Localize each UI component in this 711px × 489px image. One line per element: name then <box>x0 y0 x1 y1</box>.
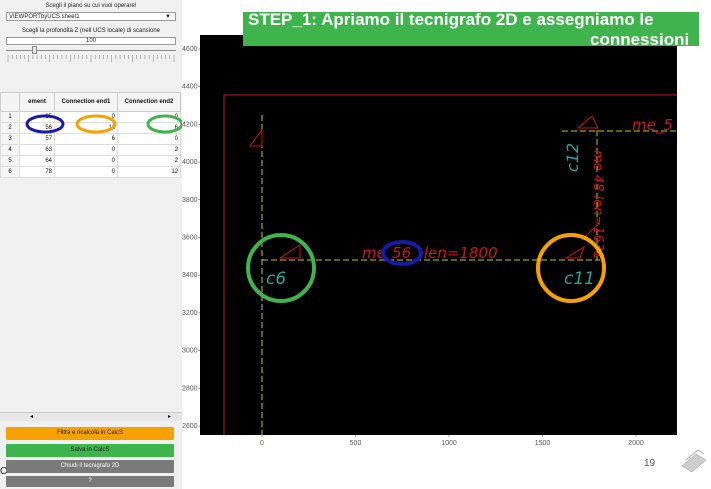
x-tick-label: 2000 <box>628 440 644 447</box>
y-tick-label: 4200 <box>182 121 198 128</box>
stray-character: C <box>0 466 8 477</box>
help-button[interactable]: ? <box>6 476 174 487</box>
y-tick-label: 2600 <box>182 423 198 430</box>
y-tick-label: 3400 <box>182 272 198 279</box>
row-number[interactable]: 4 <box>0 144 20 156</box>
cell-end1[interactable]: 0 <box>54 144 118 156</box>
table-horizontal-scrollbar[interactable]: ◂ ▸ <box>0 412 182 421</box>
close-drafter-button[interactable]: Chiudi il tecnigrafo 2D <box>6 460 174 473</box>
cell-end2[interactable]: 2 <box>117 144 181 156</box>
y-tick-label: 3000 <box>182 348 198 355</box>
label-member-length: len=1800 <box>424 244 498 262</box>
cell-element[interactable]: 78 <box>19 166 55 178</box>
highlight-end2-circle <box>146 114 182 134</box>
table-row[interactable]: 5 64 0 2 <box>0 155 181 167</box>
cell-element[interactable]: 64 <box>19 155 55 167</box>
table-row[interactable]: 6 78 0 12 <box>0 166 181 178</box>
cell-end1[interactable]: 0 <box>54 166 118 178</box>
table-row[interactable]: 4 63 0 2 <box>0 144 181 156</box>
slide-title-line1: STEP_1: Apriamo il tecnigrafo 2D e asseg… <box>248 10 654 29</box>
label-c12: c12 <box>563 143 582 172</box>
table-highlights <box>25 114 182 134</box>
y-tick-label: 3600 <box>182 235 198 242</box>
row-number[interactable]: 6 <box>0 166 20 178</box>
x-tick-label: 500 <box>350 440 362 447</box>
label-c11: c11 <box>564 269 595 289</box>
label-member-number: 56 <box>392 244 411 262</box>
slide-title-line2: connessioni <box>590 30 690 49</box>
x-tick-label: 1500 <box>535 440 551 447</box>
y-tick-label: 3800 <box>182 197 198 204</box>
y-tick-label: 2800 <box>182 385 198 392</box>
y-tick-label: 4600 <box>182 46 198 53</box>
filter-recalculate-button[interactable]: Filtra e ricalcola in CalcS <box>6 427 174 440</box>
page-number: 19 <box>644 458 656 469</box>
x-tick-label: 0 <box>260 440 264 447</box>
y-tick-label: 4400 <box>182 84 198 91</box>
y-tick-label: 4000 <box>182 159 198 166</box>
scroll-right-icon[interactable]: ▸ <box>168 413 171 420</box>
cell-end2[interactable]: 12 <box>117 166 181 178</box>
scroll-left-icon[interactable]: ◂ <box>30 413 33 420</box>
highlight-end1-circle <box>75 114 117 134</box>
y-tick-label: 3200 <box>182 310 198 317</box>
x-tick-label: 1000 <box>441 440 457 447</box>
logo-icon <box>681 449 707 473</box>
label-member-top-right: me_5 <box>632 116 673 135</box>
drafter-plot[interactable]: c6 c11 c12 me 56 len=1800 me_5 me 48 len… <box>182 0 677 489</box>
cell-element[interactable]: 63 <box>19 144 55 156</box>
save-button[interactable]: Salva in CalcS <box>6 444 174 457</box>
cell-end2[interactable]: 2 <box>117 155 181 167</box>
row-number[interactable]: 5 <box>0 155 20 167</box>
highlight-element-circle <box>25 114 65 134</box>
label-c6: c6 <box>266 269 286 289</box>
cell-end1[interactable]: 0 <box>54 155 118 167</box>
